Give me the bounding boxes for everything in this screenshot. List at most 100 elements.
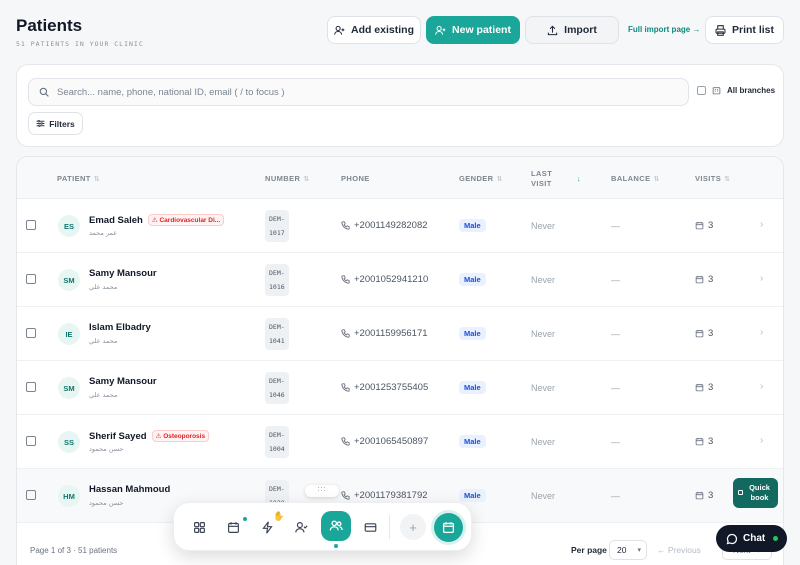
dock-divider [389, 515, 390, 539]
new-patient-button[interactable]: New patient [426, 16, 520, 44]
calendar-add-icon[interactable] [434, 513, 463, 542]
row-checkbox[interactable] [26, 382, 36, 392]
visits-count: 3 [695, 274, 713, 285]
avatar: IE [58, 323, 80, 345]
print-list-label: Print list [731, 24, 774, 36]
all-branches-label: All branches [727, 86, 776, 95]
patient-number: DEM- 1046 [265, 372, 289, 404]
avatar: ES [58, 215, 80, 237]
patient-name-cell[interactable]: Samy Mansour [89, 376, 157, 387]
column-last-visit[interactable]: LAST VISIT [531, 169, 552, 189]
sort-icon: ⇅ [724, 176, 731, 183]
row-checkbox[interactable] [26, 220, 36, 230]
all-branches-checkbox[interactable] [697, 86, 706, 95]
last-visit: Never [531, 491, 556, 501]
visits-count: 3 [695, 490, 713, 501]
calendar-icon [695, 383, 704, 392]
patient-name-cell[interactable]: Islam Elbadry [89, 322, 151, 333]
plus-icon[interactable]: + [400, 514, 426, 540]
balance: — [611, 383, 620, 393]
per-page-select[interactable]: 20 ▾ [609, 540, 647, 560]
search-filter-card: All branches Filters [16, 64, 784, 147]
chevron-right-icon[interactable]: › [760, 219, 763, 230]
patient-name-cell[interactable]: Emad Saleh ⚠ Cardiovascular Di... [89, 214, 225, 226]
avatar: HM [58, 485, 80, 507]
phone-icon [341, 329, 350, 338]
column-phone: PHONE [341, 174, 370, 183]
patients-nav-icon[interactable] [321, 511, 351, 541]
balance: — [611, 275, 620, 285]
quick-book-button[interactable]: Quick book [733, 478, 778, 508]
last-visit: Never [531, 329, 556, 339]
print-list-button[interactable]: Print list [705, 16, 784, 44]
dock-drag-handle[interactable]: ::: [305, 485, 339, 497]
previous-page-button[interactable]: ← Previous [657, 545, 701, 555]
chevron-right-icon[interactable]: › [760, 327, 763, 338]
patient-name-cell[interactable]: Sherif Sayed ⚠ Osteoporosis [89, 430, 210, 442]
row-checkbox[interactable] [26, 490, 36, 500]
row-checkbox[interactable] [26, 328, 36, 338]
dashboard-icon[interactable] [191, 519, 207, 535]
calendar-icon [695, 437, 704, 446]
column-balance[interactable]: BALANCE ⇅ [611, 174, 660, 183]
calendar-icon[interactable] [225, 519, 241, 535]
row-checkbox[interactable] [26, 274, 36, 284]
patient-arabic-name: حسن محمود [89, 499, 124, 507]
avatar: SM [58, 377, 80, 399]
table-row[interactable]: SM Samy Mansour محمد علي DEM- 1046 +200125375… [17, 361, 783, 415]
bottom-dock: ✋ + [173, 502, 472, 551]
column-gender[interactable]: GENDER ⇅ [459, 174, 503, 183]
column-number[interactable]: NUMBER ⇅ [265, 174, 310, 183]
per-page-label: Per page [571, 545, 607, 555]
page-subtitle: 51 PATIENTS IN YOUR CLINIC [16, 40, 144, 48]
user-plus-icon [435, 25, 446, 35]
column-patient[interactable]: PATIENT ⇅ [57, 174, 100, 183]
patient-name: Islam Elbadry [89, 322, 151, 333]
visits-count: 3 [695, 382, 713, 393]
table-row[interactable]: SM Samy Mansour محمد علي DEM- 1016 +200105294… [17, 253, 783, 307]
chevron-right-icon[interactable]: › [760, 435, 763, 446]
phone-icon [341, 491, 350, 500]
visits-count: 3 [695, 436, 713, 447]
row-checkbox[interactable] [26, 436, 36, 446]
credit-card-icon[interactable] [362, 519, 378, 535]
patient-name: Samy Mansour [89, 268, 157, 279]
sort-desc-icon[interactable]: ↓ [577, 174, 581, 183]
table-row[interactable]: SS Sherif Sayed ⚠ Osteoporosis حسن محمود DEM… [17, 415, 783, 469]
patient-phone: +2001159956171 [341, 328, 428, 339]
calendar-icon [695, 329, 704, 338]
table-row[interactable]: ES Emad Saleh ⚠ Cardiovascular Di... عمر مح… [17, 199, 783, 253]
waving-hand-icon: ✋ [273, 511, 285, 521]
patient-phone: +2001052941210 [341, 274, 428, 285]
user-check-icon[interactable] [293, 519, 309, 535]
chat-button[interactable]: Chat [716, 525, 787, 552]
search-input[interactable] [57, 86, 657, 98]
balance: — [611, 437, 620, 447]
phone-icon [341, 383, 350, 392]
all-branches-toggle[interactable]: All branches [697, 86, 775, 95]
add-existing-button[interactable]: Add existing [327, 16, 421, 44]
patient-name: Hassan Mahmoud [89, 484, 171, 495]
patient-phone: +2001179381792 [341, 490, 428, 501]
search-box[interactable] [28, 78, 689, 106]
patient-name-cell[interactable]: Samy Mansour [89, 268, 157, 279]
full-import-page-link[interactable]: Full import page → [628, 25, 700, 34]
add-existing-label: Add existing [350, 24, 414, 36]
import-label: Import [564, 24, 597, 36]
avatar: SS [58, 431, 80, 453]
import-button[interactable]: Import [525, 16, 619, 44]
filters-button[interactable]: Filters [28, 112, 83, 135]
last-visit: Never [531, 221, 556, 231]
calendar-icon [738, 490, 743, 495]
chevron-right-icon[interactable]: › [760, 273, 763, 284]
printer-icon [715, 24, 726, 36]
patient-name: Samy Mansour [89, 376, 157, 387]
table-row[interactable]: IE Islam Elbadry محمد علي DEM- 1041 +20011599… [17, 307, 783, 361]
gender-badge: Male [459, 381, 486, 394]
patient-number: DEM- 1016 [265, 264, 289, 296]
chevron-right-icon[interactable]: › [760, 381, 763, 392]
phone-icon [341, 437, 350, 446]
patient-name-cell[interactable]: Hassan Mahmoud [89, 484, 170, 495]
column-visits[interactable]: VISITS ⇅ [695, 174, 730, 183]
balance: — [611, 491, 620, 501]
